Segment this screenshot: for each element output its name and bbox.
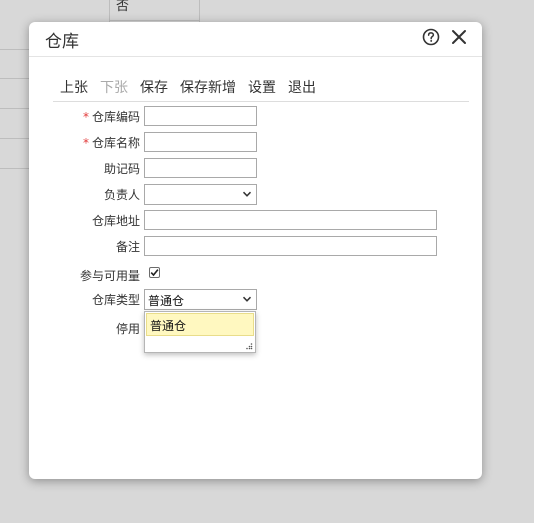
warehouse-code-label: * 仓库编码 xyxy=(82,110,140,124)
settings-button[interactable]: 设置 xyxy=(248,77,276,97)
manager-label: 负责人 xyxy=(103,188,140,202)
grid-line xyxy=(199,0,200,22)
dialog-title: 仓库 xyxy=(45,32,79,52)
warehouse-type-label: 仓库类型 xyxy=(91,293,140,307)
check-icon xyxy=(150,269,159,277)
remark-input[interactable] xyxy=(144,236,437,256)
warehouse-type-select[interactable]: 普通仓 xyxy=(144,289,257,310)
warehouse-type-value: 普通仓 xyxy=(148,294,185,308)
available-quantity-checkbox[interactable] xyxy=(149,267,160,278)
grid-line xyxy=(110,20,200,21)
warehouse-address-label: 仓库地址 xyxy=(91,214,140,228)
next-record-button[interactable]: 下张 xyxy=(100,77,128,97)
prev-record-button[interactable]: 上张 xyxy=(60,77,88,97)
warehouse-address-input[interactable] xyxy=(144,210,437,230)
warehouse-name-label: * 仓库名称 xyxy=(82,136,140,150)
grid-line xyxy=(0,49,29,50)
disabled-label: 停用 xyxy=(115,322,140,336)
close-icon[interactable] xyxy=(450,28,468,46)
warehouse-dialog: 仓库 上张 下张 保存 保存新增 设置 退出 * 仓库编码 * 仓库名称 助记码 负… xyxy=(29,22,482,479)
chevron-down-icon xyxy=(242,191,252,197)
chevron-down-icon xyxy=(242,296,252,302)
manager-select[interactable] xyxy=(144,184,257,205)
toolbar: 上张 下张 保存 保存新增 设置 退出 xyxy=(53,75,469,102)
available-quantity-label: 参与可用量 xyxy=(79,269,140,283)
resize-grip-icon[interactable] xyxy=(245,342,253,350)
grid-line xyxy=(0,108,29,109)
dialog-header: 仓库 xyxy=(29,22,482,57)
mnemonic-code-label: 助记码 xyxy=(103,162,140,176)
dropdown-option[interactable]: 普通仓 xyxy=(146,313,254,336)
grid-line xyxy=(0,138,29,139)
warehouse-name-input[interactable] xyxy=(144,132,257,152)
mnemonic-code-input[interactable] xyxy=(144,158,257,178)
help-circle-icon[interactable] xyxy=(422,28,440,46)
required-mark: * xyxy=(82,136,89,150)
grid-line xyxy=(0,78,29,79)
save-and-new-button[interactable]: 保存新增 xyxy=(180,77,236,97)
warehouse-type-dropdown: 普通仓 xyxy=(144,311,256,353)
background-cell-text: 否 xyxy=(116,0,130,14)
warehouse-code-input[interactable] xyxy=(144,106,257,126)
grid-line xyxy=(0,168,29,169)
save-button[interactable]: 保存 xyxy=(140,77,168,97)
remark-label: 备注 xyxy=(115,240,140,254)
required-mark: * xyxy=(82,110,89,124)
exit-button[interactable]: 退出 xyxy=(288,77,316,97)
